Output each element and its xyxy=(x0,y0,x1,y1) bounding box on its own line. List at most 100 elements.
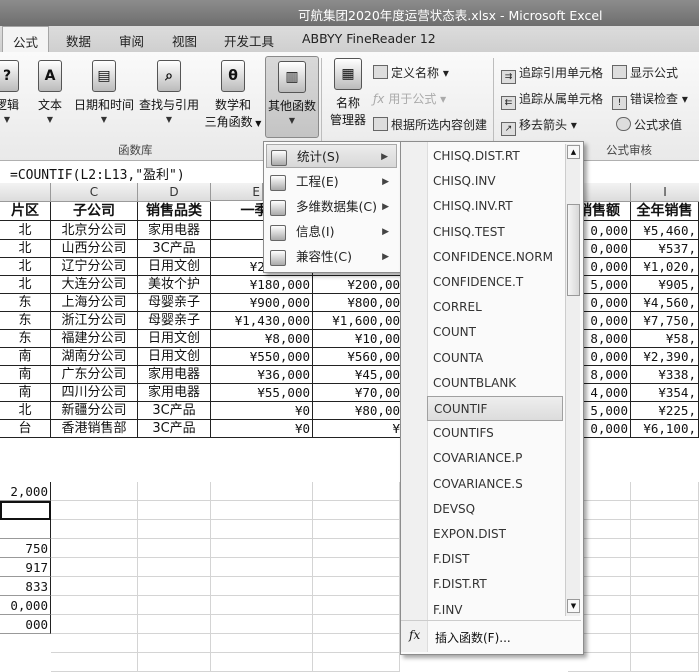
table-cell-category[interactable]: 母婴亲子 xyxy=(138,311,211,330)
empty-cell[interactable] xyxy=(211,577,313,596)
empty-cell[interactable] xyxy=(631,482,699,501)
function-item-devsq[interactable]: DEVSQ xyxy=(427,497,563,522)
scroll-up-icon[interactable]: ▲ xyxy=(567,145,580,159)
lookup-button[interactable]: ⌕ 查找与引用 ▼ xyxy=(138,60,200,124)
function-item-chisq-dist-rt[interactable]: CHISQ.DIST.RT xyxy=(427,144,563,169)
empty-cell[interactable] xyxy=(138,539,211,558)
function-item-count[interactable]: COUNT xyxy=(427,320,563,345)
tab-data[interactable]: 数据 xyxy=(66,31,91,50)
table-cell-q1[interactable]: ¥8,000 xyxy=(211,329,313,348)
define-name-button[interactable]: 定义名称 ▾ xyxy=(373,64,449,81)
empty-cell[interactable] xyxy=(211,520,313,539)
column-header-d[interactable]: D xyxy=(138,183,211,202)
table-cell-company[interactable]: 上海分公司 xyxy=(51,293,138,312)
empty-cell[interactable] xyxy=(211,482,313,501)
trace-precedents-button[interactable]: ⇉ 追踪引用单元格 xyxy=(501,64,603,84)
empty-cell[interactable] xyxy=(51,482,138,501)
function-item-chisq-test[interactable]: CHISQ.TEST xyxy=(427,220,563,245)
function-item-confidence-t[interactable]: CONFIDENCE.T xyxy=(427,270,563,295)
empty-cell[interactable] xyxy=(631,520,699,539)
table-cell-company[interactable]: 四川分公司 xyxy=(51,383,138,402)
trace-dependents-button[interactable]: ⇇ 追踪从属单元格 xyxy=(501,90,603,110)
table-cell-region[interactable]: 东 xyxy=(0,311,51,330)
empty-cell[interactable] xyxy=(211,634,313,653)
lower-cell[interactable]: 833 xyxy=(0,577,51,596)
table-cell-q1[interactable]: ¥550,000 xyxy=(211,347,313,366)
menu-item-statistics[interactable]: 统计(S) ▶ xyxy=(266,144,397,168)
lower-cell[interactable] xyxy=(0,501,51,520)
table-cell-e[interactable]: ¥80,00 xyxy=(313,401,403,420)
empty-cell[interactable] xyxy=(631,539,699,558)
table-cell-q1[interactable]: ¥180,000 xyxy=(211,275,313,294)
function-item-countif[interactable]: COUNTIF xyxy=(427,396,563,421)
empty-cell[interactable] xyxy=(51,558,138,577)
empty-cell[interactable] xyxy=(313,520,400,539)
empty-cell[interactable] xyxy=(313,653,400,672)
empty-cell[interactable] xyxy=(51,520,138,539)
table-cell-company[interactable]: 山西分公司 xyxy=(51,239,138,258)
table-cell-category[interactable]: 美妆个护 xyxy=(138,275,211,294)
table-cell-company[interactable]: 广东分公司 xyxy=(51,365,138,384)
menu-item-compatibility[interactable]: 兼容性(C) ▶ xyxy=(266,245,397,269)
math-button[interactable]: θ 数学和 三角函数 ▼ xyxy=(203,60,263,130)
empty-cell[interactable] xyxy=(211,501,313,520)
header-cell-i[interactable]: 全年销售 xyxy=(631,202,699,221)
empty-cell[interactable] xyxy=(631,596,699,615)
lower-cell[interactable] xyxy=(0,520,51,539)
empty-cell[interactable] xyxy=(631,501,699,520)
function-item-chisq-inv[interactable]: CHISQ.INV xyxy=(427,169,563,194)
column-header-i[interactable]: I xyxy=(631,183,699,202)
table-cell-e[interactable]: ¥800,00 xyxy=(313,293,403,312)
table-cell-category[interactable]: 3C产品 xyxy=(138,401,211,420)
column-header-e[interactable]: E xyxy=(211,183,263,201)
function-item-f-dist[interactable]: F.DIST xyxy=(427,547,563,572)
empty-cell[interactable] xyxy=(51,653,138,672)
empty-cell[interactable] xyxy=(313,539,400,558)
error-checking-button[interactable]: ! 错误检查 ▾ xyxy=(612,90,688,110)
empty-cell[interactable] xyxy=(631,558,699,577)
table-cell-category[interactable]: 日用文创 xyxy=(138,347,211,366)
table-cell-i[interactable]: ¥4,560, xyxy=(631,293,699,312)
table-cell-i[interactable]: ¥5,460, xyxy=(631,221,699,240)
empty-cell[interactable] xyxy=(138,596,211,615)
table-cell-category[interactable]: 3C产品 xyxy=(138,239,211,258)
scroll-down-icon[interactable]: ▼ xyxy=(567,599,580,613)
empty-cell[interactable] xyxy=(313,596,400,615)
function-item-countifs[interactable]: COUNTIFS xyxy=(427,421,563,446)
empty-cell[interactable] xyxy=(138,653,211,672)
table-cell-i[interactable]: ¥58, xyxy=(631,329,699,348)
table-cell-company[interactable]: 大连分公司 xyxy=(51,275,138,294)
empty-cell[interactable] xyxy=(211,539,313,558)
lower-cell[interactable]: 000 xyxy=(0,615,51,634)
show-formulas-button[interactable]: 显示公式 xyxy=(612,64,678,81)
table-cell-i[interactable]: ¥7,750, xyxy=(631,311,699,330)
table-cell-category[interactable]: 家用电器 xyxy=(138,383,211,402)
empty-cell[interactable] xyxy=(631,615,699,634)
table-cell-i[interactable]: ¥338, xyxy=(631,365,699,384)
table-cell-region[interactable]: 东 xyxy=(0,293,51,312)
empty-cell[interactable] xyxy=(313,482,400,501)
empty-cell[interactable] xyxy=(138,501,211,520)
table-cell-category[interactable]: 日用文创 xyxy=(138,257,211,276)
table-cell-i[interactable]: ¥354, xyxy=(631,383,699,402)
formula-text[interactable]: =COUNTIF(L2:L13,"盈利") xyxy=(10,164,185,183)
table-cell-region[interactable]: 台 xyxy=(0,419,51,438)
table-cell-company[interactable]: 香港销售部 xyxy=(51,419,138,438)
table-cell-q1[interactable]: ¥0 xyxy=(211,401,313,420)
table-cell-q1[interactable]: ¥1,430,000 xyxy=(211,311,313,330)
empty-cell[interactable] xyxy=(51,634,138,653)
table-cell-i[interactable]: ¥6,100, xyxy=(631,419,699,438)
table-cell-i[interactable]: ¥225, xyxy=(631,401,699,420)
datetime-button[interactable]: ▤ 日期和时间 ▼ xyxy=(73,60,135,124)
table-cell-company[interactable]: 福建分公司 xyxy=(51,329,138,348)
tab-view[interactable]: 视图 xyxy=(172,31,197,50)
table-cell-region[interactable]: 北 xyxy=(0,257,51,276)
table-cell-region[interactable]: 北 xyxy=(0,275,51,294)
function-item-f-dist-rt[interactable]: F.DIST.RT xyxy=(427,572,563,597)
table-cell-q1[interactable]: ¥36,000 xyxy=(211,365,313,384)
empty-cell[interactable] xyxy=(313,615,400,634)
name-manager-button[interactable]: ▦ 名称 管理器 xyxy=(327,58,369,128)
table-cell-region[interactable]: 东 xyxy=(0,329,51,348)
menu-item-engineering[interactable]: 工程(E) ▶ xyxy=(266,170,397,194)
table-cell-company[interactable]: 浙江分公司 xyxy=(51,311,138,330)
